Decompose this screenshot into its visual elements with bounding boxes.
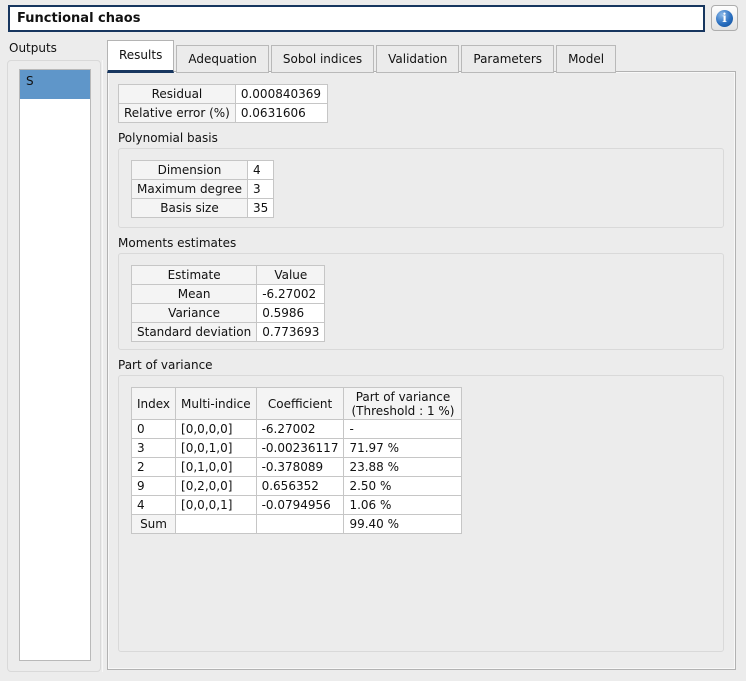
table-row: 4 [0,0,0,1] -0.0794956 1.06 %: [130, 495, 463, 515]
part-cell: 71.97 %: [343, 438, 463, 458]
coefficient-cell: -0.0794956: [255, 495, 345, 515]
index-cell: 9: [130, 476, 177, 496]
index-cell: 2: [130, 457, 177, 477]
part-cell: 99.40 %: [343, 514, 463, 534]
results-tab-pane: Residual 0.000840369 Relative error (%) …: [107, 71, 736, 670]
coefficient-cell: -6.27002: [255, 419, 345, 439]
multi-indice-cell: [175, 514, 257, 534]
info-icon: i: [716, 9, 733, 27]
table-row: Basis size 35: [131, 198, 275, 218]
value-cell: 4: [246, 160, 275, 180]
tab-bar: Results Adequation Sobol indices Validat…: [107, 40, 618, 73]
coefficient-cell: 0.656352: [255, 476, 345, 496]
table-header-row: Index Multi-indice Coefficient Part of v…: [130, 387, 463, 420]
info-button[interactable]: i: [711, 5, 738, 31]
value-cell: 35: [246, 198, 275, 218]
multi-indice-cell: [0,1,0,0]: [175, 457, 257, 477]
index-cell: 4: [130, 495, 177, 515]
value-cell: 0.773693: [256, 322, 326, 342]
analysis-title-field: Functional chaos: [8, 5, 705, 32]
part-cell: -: [343, 419, 463, 439]
coefficient-cell: -0.00236117: [255, 438, 345, 458]
value-cell: 0.5986: [256, 303, 326, 323]
index-cell: 0: [130, 419, 177, 439]
table-header-row: Estimate Value: [130, 265, 326, 285]
coefficient-cell: -0.378089: [255, 457, 345, 477]
column-header: Coefficient: [255, 387, 345, 420]
table-row: Maximum degree 3: [131, 179, 275, 199]
table-sum-row: Sum 99.40 %: [130, 514, 463, 534]
tab-adequation[interactable]: Adequation: [176, 45, 269, 73]
row-label-cell: Dimension: [131, 160, 248, 180]
column-header: Multi-indice: [175, 387, 257, 420]
row-label-cell: Basis size: [131, 198, 248, 218]
table-row: Variance 0.5986: [130, 303, 326, 323]
tab-sobol-indices[interactable]: Sobol indices: [270, 45, 375, 73]
table-row: 2 [0,1,0,0] -0.378089 23.88 %: [130, 457, 463, 477]
table-row: Relative error (%) 0.0631606: [118, 103, 328, 123]
row-label-cell: Mean: [130, 284, 258, 304]
index-cell: 3: [130, 438, 177, 458]
polynomial-basis-title: Polynomial basis: [118, 131, 218, 145]
part-cell: 2.50 %: [343, 476, 463, 496]
moments-estimates-group: Estimate Value Mean -6.27002 Variance 0.…: [118, 253, 724, 350]
table-row: Standard deviation 0.773693: [130, 322, 326, 342]
table-row: Mean -6.27002: [130, 284, 326, 304]
column-header: Part of variance (Threshold : 1 %): [343, 387, 463, 420]
row-label-cell: Residual: [118, 84, 236, 104]
value-cell: 0.0631606: [234, 103, 328, 123]
multi-indice-cell: [0,2,0,0]: [175, 476, 257, 496]
moments-estimates-title: Moments estimates: [118, 236, 237, 250]
multi-indice-cell: [0,0,0,0]: [175, 419, 257, 439]
table-row: 3 [0,0,1,0] -0.00236117 71.97 %: [130, 438, 463, 458]
table-row: 9 [0,2,0,0] 0.656352 2.50 %: [130, 476, 463, 496]
tab-model[interactable]: Model: [556, 45, 617, 73]
analysis-title: Functional chaos: [17, 11, 141, 26]
value-cell: 3: [246, 179, 275, 199]
part-cell: 23.88 %: [343, 457, 463, 477]
table-row: Dimension 4: [131, 160, 275, 180]
row-label-cell: Maximum degree: [131, 179, 248, 199]
tab-results[interactable]: Results: [107, 40, 175, 73]
value-cell: -6.27002: [256, 284, 326, 304]
table-row: 0 [0,0,0,0] -6.27002 -: [130, 419, 463, 439]
polynomial-basis-table: Dimension 4 Maximum degree 3 Basis size …: [131, 160, 275, 218]
moments-estimates-table: Estimate Value Mean -6.27002 Variance 0.…: [130, 265, 326, 342]
multi-indice-cell: [0,0,1,0]: [175, 438, 257, 458]
outputs-label: Outputs: [9, 41, 57, 55]
part-of-variance-group: Index Multi-indice Coefficient Part of v…: [118, 375, 724, 652]
part-cell: 1.06 %: [343, 495, 463, 515]
output-item[interactable]: S: [20, 70, 90, 99]
outputs-list: S: [19, 69, 91, 661]
column-header: Estimate: [130, 265, 258, 285]
column-header: Index: [130, 387, 177, 420]
polynomial-basis-group: Dimension 4 Maximum degree 3 Basis size …: [118, 148, 724, 228]
row-label-cell: Relative error (%): [118, 103, 236, 123]
multi-indice-cell: [0,0,0,1]: [175, 495, 257, 515]
error-summary-table: Residual 0.000840369 Relative error (%) …: [118, 84, 328, 123]
row-label-cell: Standard deviation: [130, 322, 258, 342]
row-label-cell: Variance: [130, 303, 258, 323]
part-of-variance-table: Index Multi-indice Coefficient Part of v…: [130, 387, 463, 534]
sum-label-cell: Sum: [130, 514, 177, 534]
functional-chaos-window: { "header": { "title": "Functional chaos…: [0, 0, 746, 681]
column-header: Value: [256, 265, 326, 285]
value-cell: 0.000840369: [234, 84, 328, 104]
table-row: Residual 0.000840369: [118, 84, 328, 104]
part-of-variance-title: Part of variance: [118, 358, 213, 372]
tab-validation[interactable]: Validation: [376, 45, 460, 73]
coefficient-cell: [255, 514, 345, 534]
outputs-group: S: [7, 60, 101, 672]
tab-parameters[interactable]: Parameters: [461, 45, 555, 73]
